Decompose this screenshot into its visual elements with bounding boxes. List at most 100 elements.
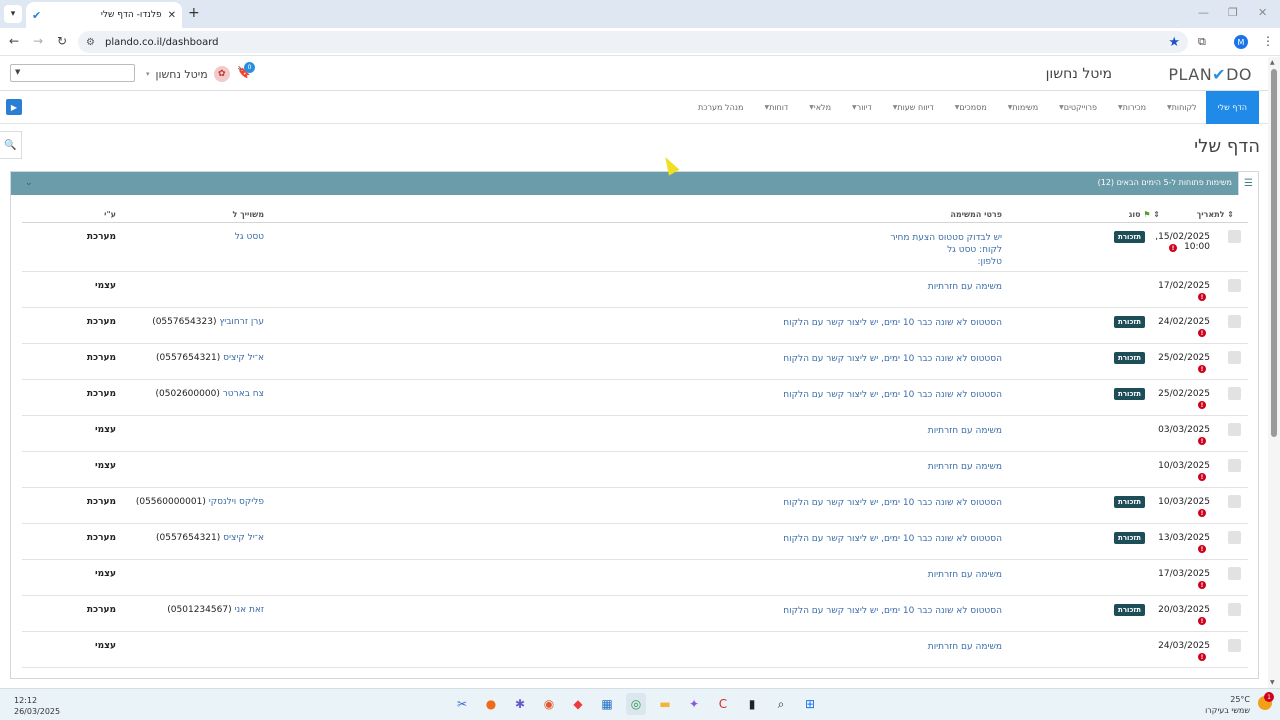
row-checkbox[interactable]	[1228, 423, 1241, 436]
nav-item-9[interactable]: דוחות ▼	[752, 91, 797, 124]
table-row[interactable]: ,15/02/2025 10:00! תזכורת יש לבדוק סטטוס הצ…	[22, 223, 1248, 272]
nav-item-4[interactable]: משימות ▼	[996, 91, 1047, 124]
restore-icon[interactable]: ❐	[1228, 6, 1238, 19]
nav-item-3[interactable]: פרוייקטים ▼	[1047, 91, 1106, 124]
taskbar-clock[interactable]: 12:12 26/03/2025	[14, 695, 60, 717]
paint-icon[interactable]: ●	[481, 693, 501, 715]
notifications-icon[interactable]: 🔖 0	[237, 62, 255, 79]
header-select[interactable]: ▼	[10, 64, 135, 82]
snipping-tool-icon[interactable]: ✂	[452, 693, 472, 715]
table-row[interactable]: 17/03/2025! משימה עם חזרתיות עצמי	[22, 560, 1248, 596]
task-details-link[interactable]: יש לבדוק סטטוס הצעת מחיר לקוח: טסט גל טלפו…	[890, 232, 1002, 268]
nav-item-7[interactable]: דיוור ▼	[840, 91, 881, 124]
site-info-icon[interactable]: ⚙	[86, 37, 95, 48]
browser-tab[interactable]: ✔ פלנדו- הדף שלי ✕	[26, 2, 182, 28]
scroll-down-icon[interactable]: ▼	[1270, 679, 1275, 686]
terminal-icon[interactable]: ▮	[742, 693, 762, 715]
extensions-icon[interactable]: ⧉	[1198, 35, 1206, 49]
browser-menu-icon[interactable]: ⋮	[1262, 34, 1274, 48]
back-icon[interactable]: ←	[9, 34, 19, 48]
row-checkbox[interactable]	[1228, 495, 1241, 508]
table-row[interactable]: 17/02/2025! משימה עם חזרתיות עצמי	[22, 272, 1248, 308]
store-icon[interactable]: ▦	[597, 693, 617, 715]
url-text[interactable]: plando.co.il/dashboard	[105, 37, 1168, 48]
page-scrollbar[interactable]: ▲ ▼	[1268, 57, 1280, 688]
table-row[interactable]: 20/03/2025! תזכורת הסטטוס לא שונה כבר 10 י…	[22, 596, 1248, 632]
task-details-link[interactable]: משימה עם חזרתיות	[928, 425, 1002, 437]
search-icon[interactable]: ⌕	[771, 693, 791, 715]
panel-header[interactable]: ☰ משימות פתוחות ל-5 הימים הבאים (12) ⌄	[11, 172, 1258, 195]
row-checkbox[interactable]	[1228, 531, 1241, 544]
table-row[interactable]: 24/02/2025! תזכורת הסטטוס לא שונה כבר 10 י…	[22, 308, 1248, 344]
associated-name-link[interactable]: א־יל קיציס	[223, 533, 264, 543]
anydesk-icon[interactable]: ◆	[568, 693, 588, 715]
user-menu[interactable]: ▾ מיטל נחשון ✿	[146, 66, 230, 82]
file-explorer-icon[interactable]: ▬	[655, 693, 675, 715]
nav-item-2[interactable]: מכירות ▼	[1106, 91, 1155, 124]
play-icon[interactable]: ▶	[6, 99, 22, 115]
collapse-icon[interactable]: ⌄	[25, 178, 33, 188]
plando-logo[interactable]: PLAN✔DO	[1168, 65, 1252, 84]
row-checkbox[interactable]	[1228, 567, 1241, 580]
row-checkbox[interactable]	[1228, 639, 1241, 652]
nav-item-10[interactable]: מנהל מערכת	[689, 91, 752, 124]
forward-icon[interactable]: →	[33, 34, 43, 48]
table-row[interactable]: 24/03/2025! משימה עם חזרתיות עצמי	[22, 632, 1248, 668]
associated-name-link[interactable]: צח בארטר	[223, 389, 264, 399]
task-details-link[interactable]: משימה עם חזרתיות	[928, 569, 1002, 581]
scrollbar-thumb[interactable]	[1271, 69, 1277, 437]
associated-name-link[interactable]: א־יל קיציס	[223, 353, 264, 363]
associated-name-link[interactable]: פליקס וילנסקי	[209, 497, 264, 507]
table-row[interactable]: 10/03/2025! משימה עם חזרתיות עצמי	[22, 452, 1248, 488]
url-bar[interactable]: ⚙ plando.co.il/dashboard ★	[78, 31, 1188, 53]
chrome-icon[interactable]: ◎	[626, 693, 646, 715]
row-checkbox[interactable]	[1228, 387, 1241, 400]
profile-avatar[interactable]: M	[1234, 35, 1248, 49]
row-checkbox[interactable]	[1228, 351, 1241, 364]
table-row[interactable]: 25/02/2025! תזכורת הסטטוס לא שונה כבר 10 י…	[22, 344, 1248, 380]
table-row[interactable]: 03/03/2025! משימה עם חזרתיות עצמי	[22, 416, 1248, 452]
table-row[interactable]: 13/03/2025! תזכורת הסטטוס לא שונה כבר 10 י…	[22, 524, 1248, 560]
tab-search-icon[interactable]: ▾	[4, 5, 22, 23]
nav-item-8[interactable]: מלאי ▼	[797, 91, 840, 124]
associated-name-link[interactable]: ערן זרחוביץ	[219, 317, 264, 327]
reload-icon[interactable]: ↻	[57, 34, 67, 48]
task-details-link[interactable]: הסטטוס לא שונה כבר 10 ימים, יש ליצור קשר…	[783, 497, 1002, 509]
list-icon[interactable]: ☰	[1238, 172, 1258, 195]
windows-start-icon[interactable]: ⊞	[800, 693, 820, 715]
associated-name-link[interactable]: זאת אני	[234, 605, 264, 615]
task-details-link[interactable]: משימה עם חזרתיות	[928, 461, 1002, 473]
bookmark-star-icon[interactable]: ★	[1168, 35, 1180, 50]
col-type[interactable]: ⇕ ⚑ סוג	[1129, 210, 1160, 219]
task-details-link[interactable]: הסטטוס לא שונה כבר 10 ימים, יש ליצור קשר…	[783, 317, 1002, 329]
task-details-link[interactable]: הסטטוס לא שונה כבר 10 ימים, יש ליצור קשר…	[783, 389, 1002, 401]
nav-item-5[interactable]: מסמכים ▼	[943, 91, 996, 124]
row-checkbox[interactable]	[1228, 603, 1241, 616]
row-checkbox[interactable]	[1228, 230, 1241, 243]
task-details-link[interactable]: משימה עם חזרתיות	[928, 641, 1002, 653]
row-checkbox[interactable]	[1228, 279, 1241, 292]
scroll-up-icon[interactable]: ▲	[1270, 59, 1275, 66]
settings-icon[interactable]: ✱	[510, 693, 530, 715]
col-date[interactable]: ⇕ לתאריך	[1197, 210, 1234, 219]
close-tab-icon[interactable]: ✕	[168, 10, 176, 21]
nav-item-6[interactable]: דיווח שעות ▼	[881, 91, 943, 124]
task-details-link[interactable]: הסטטוס לא שונה כבר 10 ימים, יש ליצור קשר…	[783, 605, 1002, 617]
firefox-icon[interactable]: ◉	[539, 693, 559, 715]
window-close-icon[interactable]: ✕	[1258, 6, 1267, 19]
associated-name-link[interactable]: טסט גל	[235, 232, 264, 242]
search-button[interactable]: 🔍	[0, 131, 22, 159]
table-row[interactable]: 25/02/2025! תזכורת הסטטוס לא שונה כבר 10 י…	[22, 380, 1248, 416]
minimize-icon[interactable]: —	[1198, 6, 1209, 19]
new-tab-icon[interactable]: +	[188, 5, 200, 21]
pdf-icon[interactable]: C	[713, 693, 733, 715]
task-details-link[interactable]: משימה עם חזרתיות	[928, 281, 1002, 293]
copilot-icon[interactable]: ✦	[684, 693, 704, 715]
weather-widget[interactable]: 25°C שמשי בעיקרו	[1205, 694, 1250, 716]
task-details-link[interactable]: הסטטוס לא שונה כבר 10 ימים, יש ליצור קשר…	[783, 533, 1002, 545]
nav-item-1[interactable]: לקוחות ▼	[1155, 91, 1206, 124]
sun-icon[interactable]: 1	[1258, 692, 1274, 710]
task-details-link[interactable]: הסטטוס לא שונה כבר 10 ימים, יש ליצור קשר…	[783, 353, 1002, 365]
row-checkbox[interactable]	[1228, 459, 1241, 472]
row-checkbox[interactable]	[1228, 315, 1241, 328]
